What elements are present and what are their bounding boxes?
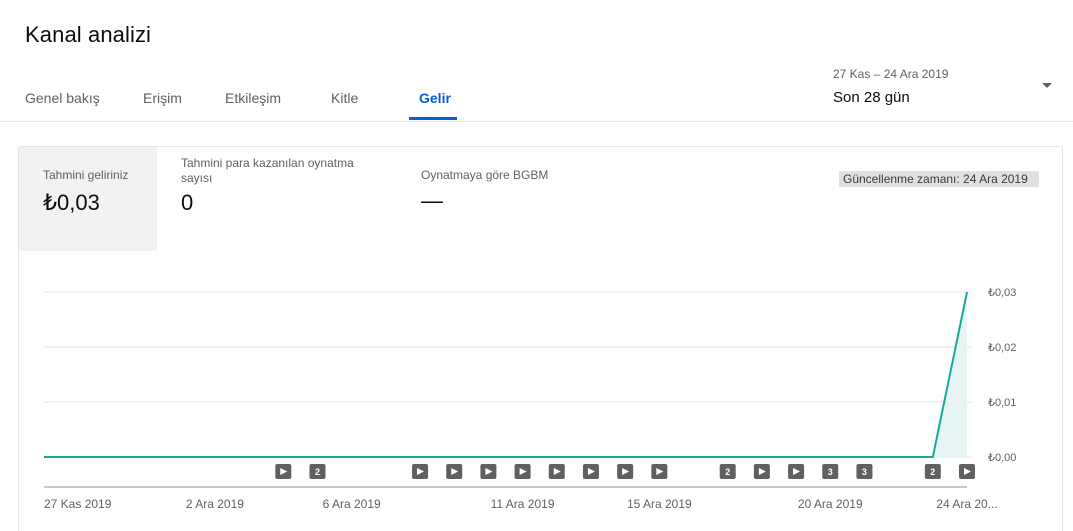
- video-marker[interactable]: 2: [309, 464, 326, 479]
- active-tab-indicator: [409, 117, 457, 120]
- video-marker[interactable]: [446, 464, 463, 479]
- video-marker[interactable]: [582, 464, 599, 479]
- video-marker[interactable]: [480, 464, 497, 479]
- x-tick-label: 11 Ara 2019: [491, 497, 555, 511]
- video-marker[interactable]: 3: [856, 464, 873, 479]
- date-range-picker[interactable]: 27 Kas – 24 Ara 2019 Son 28 gün: [833, 62, 1058, 112]
- tab-revenue[interactable]: Gelir: [419, 82, 451, 121]
- video-marker[interactable]: [753, 464, 770, 479]
- x-tick-label: 27 Kas 2019: [44, 497, 112, 511]
- x-tick-label: 20 Ara 2019: [798, 497, 863, 511]
- x-tick-label: 6 Ara 2019: [323, 497, 381, 511]
- x-tick-label: 24 Ara 20...: [936, 497, 997, 511]
- revenue-line-chart: ₺0,03 ₺0,02 ₺0,01 ₺0,00 2 2 3 3 2 27 Kas 2019 2 Ar…: [44, 287, 1016, 511]
- series-area: [44, 292, 967, 457]
- tab-engagement[interactable]: Etkileşim: [225, 82, 281, 121]
- date-range-label: Son 28 gün: [833, 89, 910, 106]
- video-marker[interactable]: [275, 464, 292, 479]
- video-marker[interactable]: [788, 464, 805, 479]
- video-marker[interactable]: [617, 464, 634, 479]
- tabs-divider: [0, 121, 1073, 122]
- marker-count: 2: [930, 467, 935, 477]
- tab-overview[interactable]: Genel bakış: [25, 82, 100, 121]
- video-marker[interactable]: [514, 464, 531, 479]
- y-tick-label: ₺0,03: [988, 287, 1016, 299]
- video-marker[interactable]: [412, 464, 429, 479]
- x-tick-label: 15 Ara 2019: [627, 497, 692, 511]
- date-range-dates: 27 Kas – 24 Ara 2019: [833, 67, 949, 81]
- video-marker[interactable]: 2: [719, 464, 736, 479]
- tab-audience[interactable]: Kitle: [331, 82, 358, 121]
- video-marker[interactable]: 2: [924, 464, 941, 479]
- video-marker[interactable]: [651, 464, 668, 479]
- marker-count: 2: [315, 467, 320, 477]
- marker-count: 2: [725, 467, 730, 477]
- marker-count: 3: [862, 467, 867, 477]
- revenue-card: Tahmini geliriniz ₺0,03 Tahmini para kaz…: [18, 146, 1063, 531]
- video-marker[interactable]: [548, 464, 565, 479]
- video-marker[interactable]: 3: [822, 464, 839, 479]
- marker-count: 3: [828, 467, 833, 477]
- y-tick-label: ₺0,02: [988, 342, 1016, 354]
- dropdown-caret-icon: [1042, 83, 1052, 88]
- tab-reach[interactable]: Erişim: [143, 82, 182, 121]
- series-line: [44, 291, 968, 458]
- page-title: Kanal analizi: [25, 22, 152, 47]
- y-tick-label: ₺0,01: [988, 397, 1016, 409]
- video-marker[interactable]: [959, 464, 975, 479]
- x-tick-label: 2 Ara 2019: [186, 497, 244, 511]
- y-tick-label: ₺0,00: [988, 452, 1016, 464]
